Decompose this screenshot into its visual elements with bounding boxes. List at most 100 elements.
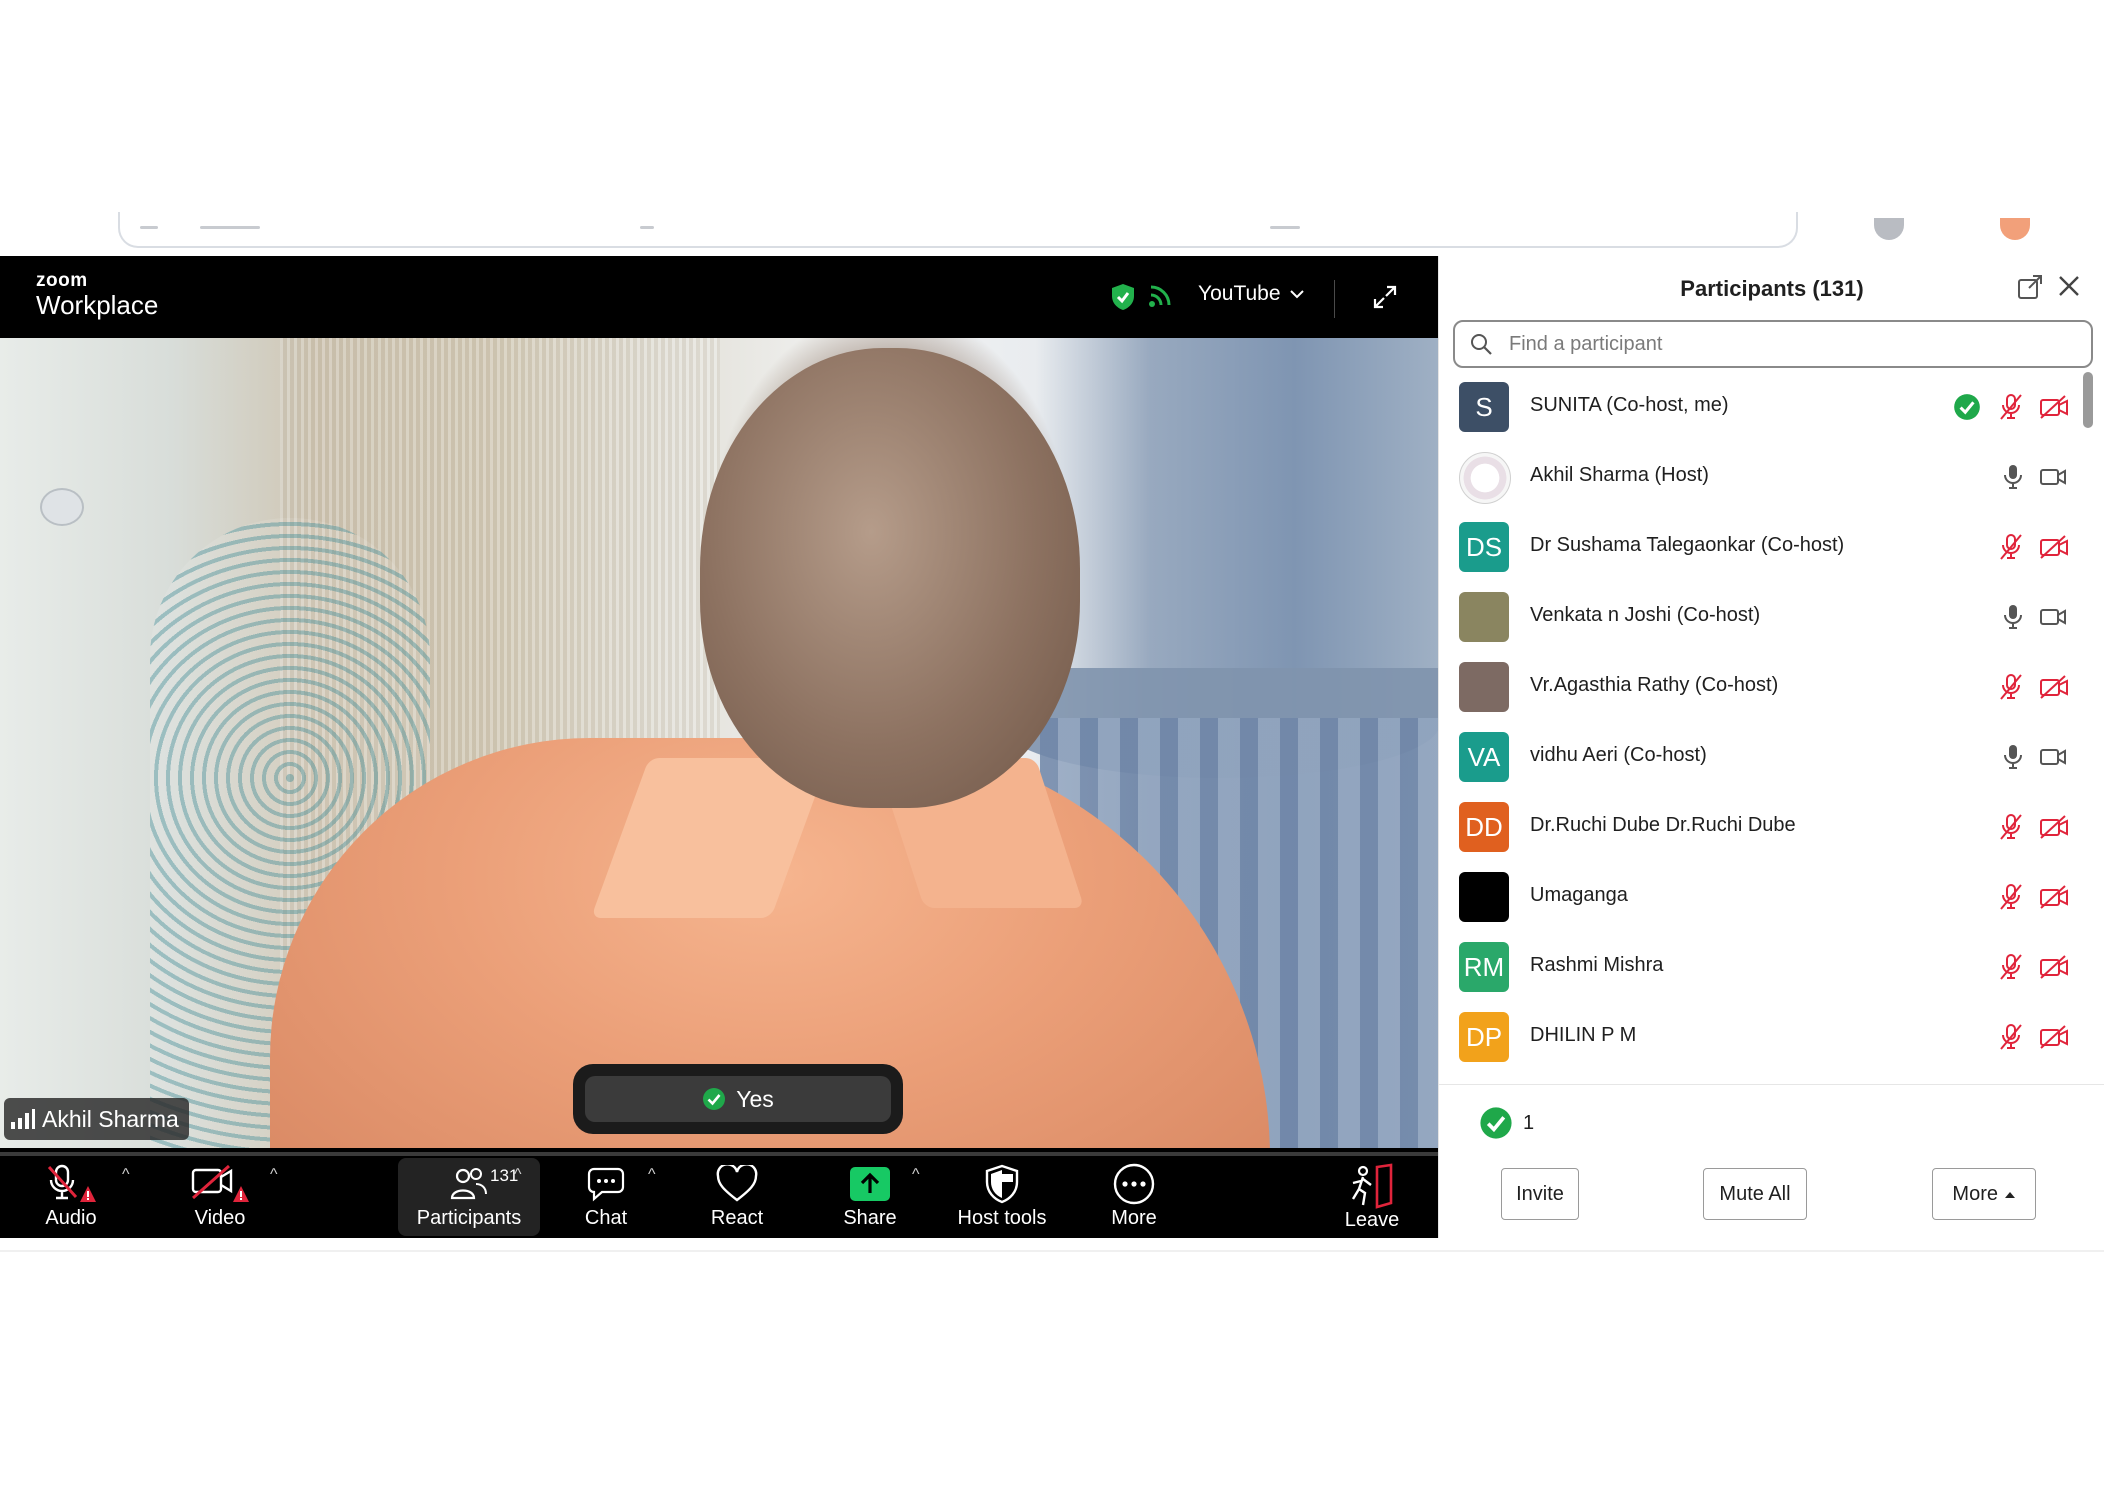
participant-avatar [1459,592,1509,642]
meeting-topbar: zoom Workplace YouTube [0,256,1438,338]
participant-name: Vr.Agasthia Rathy (Co-host) [1530,674,1779,696]
chat-icon [587,1167,625,1202]
participants-icon [450,1168,487,1200]
participant-avatar: DP [1459,1012,1509,1062]
chat-options-caret[interactable]: ^ [648,1166,656,1184]
participant-row[interactable]: DP DHILIN P M [1439,1002,2079,1072]
participant-row[interactable]: DS Dr Sushama Talegaonkar (Co-host) [1439,512,2079,582]
participant-row[interactable]: Vr.Agasthia Rathy (Co-host) [1439,652,2079,722]
video-options-caret[interactable]: ^ [270,1166,278,1184]
video-off-icon[interactable] [2039,814,2069,845]
mic-muted-icon[interactable] [1997,1023,2025,1056]
meeting-window: zoom Workplace YouTube Akhil Sharma Yes … [0,256,1438,1238]
participants-scrollbar[interactable] [2083,372,2093,428]
mute-all-button[interactable]: Mute All [1703,1168,1807,1220]
mic-muted-icon[interactable] [1997,813,2025,846]
panel-more-label: More [1952,1182,1998,1205]
react-button[interactable]: React [706,1156,768,1238]
youtube-livestream-button[interactable]: YouTube [1198,282,1305,306]
leave-button[interactable]: Leave [1340,1156,1404,1238]
speaker-name-tag: Akhil Sharma [4,1098,189,1140]
panel-more-button[interactable]: More [1932,1168,2036,1220]
active-speaker-video[interactable]: Akhil Sharma [0,338,1438,1148]
mic-muted-icon[interactable] [1997,393,2025,426]
host-tools-shield-icon [985,1164,1019,1204]
fullscreen-expand-icon[interactable] [1370,282,1400,312]
participant-avatar: S [1459,382,1509,432]
mic-icon[interactable] [2003,743,2023,776]
participant-row[interactable]: S SUNITA (Co-host, me) [1439,372,2079,442]
encryption-shield-icon[interactable] [1110,283,1136,311]
leave-label: Leave [1344,1209,1400,1231]
share-options-caret[interactable]: ^ [912,1166,920,1184]
video-camera-icon[interactable] [2039,466,2067,493]
yes-check-icon [1953,393,1981,426]
video-button[interactable]: Video [182,1156,258,1238]
close-icon[interactable] [2057,274,2081,298]
mic-icon[interactable] [2003,463,2023,496]
video-off-icon[interactable] [2039,534,2069,565]
audio-label: Audio [45,1207,97,1229]
panel-divider [1439,1084,2104,1085]
participant-name: SUNITA (Co-host, me) [1530,394,1729,416]
participants-panel: Participants (131) S SUNITA (Co-host, me)… [1438,256,2104,1238]
participant-search-input[interactable] [1507,331,2071,357]
participant-avatar: VA [1459,732,1509,782]
video-off-icon[interactable] [2039,954,2069,985]
participant-row[interactable]: Akhil Sharma (Host) [1439,442,2079,512]
audio-level-icon [11,1109,35,1129]
host-tools-button[interactable]: Host tools [950,1156,1054,1238]
participants-label: Participants [416,1207,522,1229]
video-off-icon[interactable] [2039,1024,2069,1055]
address-bar[interactable] [118,212,1798,248]
participant-name: Dr.Ruchi Dube Dr.Ruchi Dube [1530,814,1796,836]
caret-up-icon [2004,1191,2015,1198]
participant-row[interactable]: RM Rashmi Mishra [1439,932,2079,1002]
audio-button[interactable]: Audio [36,1156,106,1238]
participant-name: Rashmi Mishra [1530,954,1664,976]
mic-muted-icon[interactable] [1997,883,2025,916]
video-off-icon[interactable] [2039,884,2069,915]
share-screen-icon [850,1167,890,1201]
video-off-icon[interactable] [2039,674,2069,705]
mic-muted-icon[interactable] [1997,533,2025,566]
participant-avatar [1459,872,1509,922]
mic-muted-icon[interactable] [1997,953,2025,986]
window-bottom-edge [0,1250,2104,1252]
chat-label: Chat [584,1207,628,1229]
participants-options-caret[interactable]: ^ [514,1166,522,1184]
yes-reaction-pill[interactable]: Yes [585,1076,891,1122]
check-circle-icon [1480,1107,1512,1139]
search-icon [1471,334,1492,355]
participant-name: Akhil Sharma (Host) [1530,464,1709,486]
invite-button[interactable]: Invite [1501,1168,1579,1220]
mic-icon[interactable] [2003,603,2023,636]
participant-avatar [1459,452,1511,504]
connection-signal-icon[interactable] [1148,284,1172,308]
more-dots-icon [1113,1163,1155,1205]
participant-avatar: DS [1459,522,1509,572]
participants-panel-title: Participants (131) [1680,276,1864,301]
participant-search[interactable] [1453,320,2093,368]
chat-button[interactable]: Chat [578,1156,634,1238]
reaction-feedback: Yes [573,1064,903,1134]
check-circle-icon [703,1088,726,1110]
mic-muted-warning-icon [47,1164,96,1202]
participant-avatar: DD [1459,802,1509,852]
audio-options-caret[interactable]: ^ [122,1166,130,1184]
popout-icon[interactable] [2017,274,2043,300]
more-button[interactable]: More [1106,1156,1162,1238]
video-camera-icon[interactable] [2039,746,2067,773]
participant-name: Dr Sushama Talegaonkar (Co-host) [1530,534,1845,556]
participant-row[interactable]: Venkata n Joshi (Co-host) [1439,582,2079,652]
participant-row[interactable]: VA vidhu Aeri (Co-host) [1439,722,2079,792]
mic-muted-icon[interactable] [1997,673,2025,706]
video-off-icon[interactable] [2039,394,2069,425]
url-fragment [140,226,158,229]
more-label: More [1111,1207,1157,1229]
participant-row[interactable]: DD Dr.Ruchi Dube Dr.Ruchi Dube [1439,792,2079,862]
video-camera-icon[interactable] [2039,606,2067,633]
participant-row[interactable]: Umaganga [1439,862,2079,932]
share-button[interactable]: Share [840,1156,900,1238]
host-tools-label: Host tools [957,1207,1047,1229]
